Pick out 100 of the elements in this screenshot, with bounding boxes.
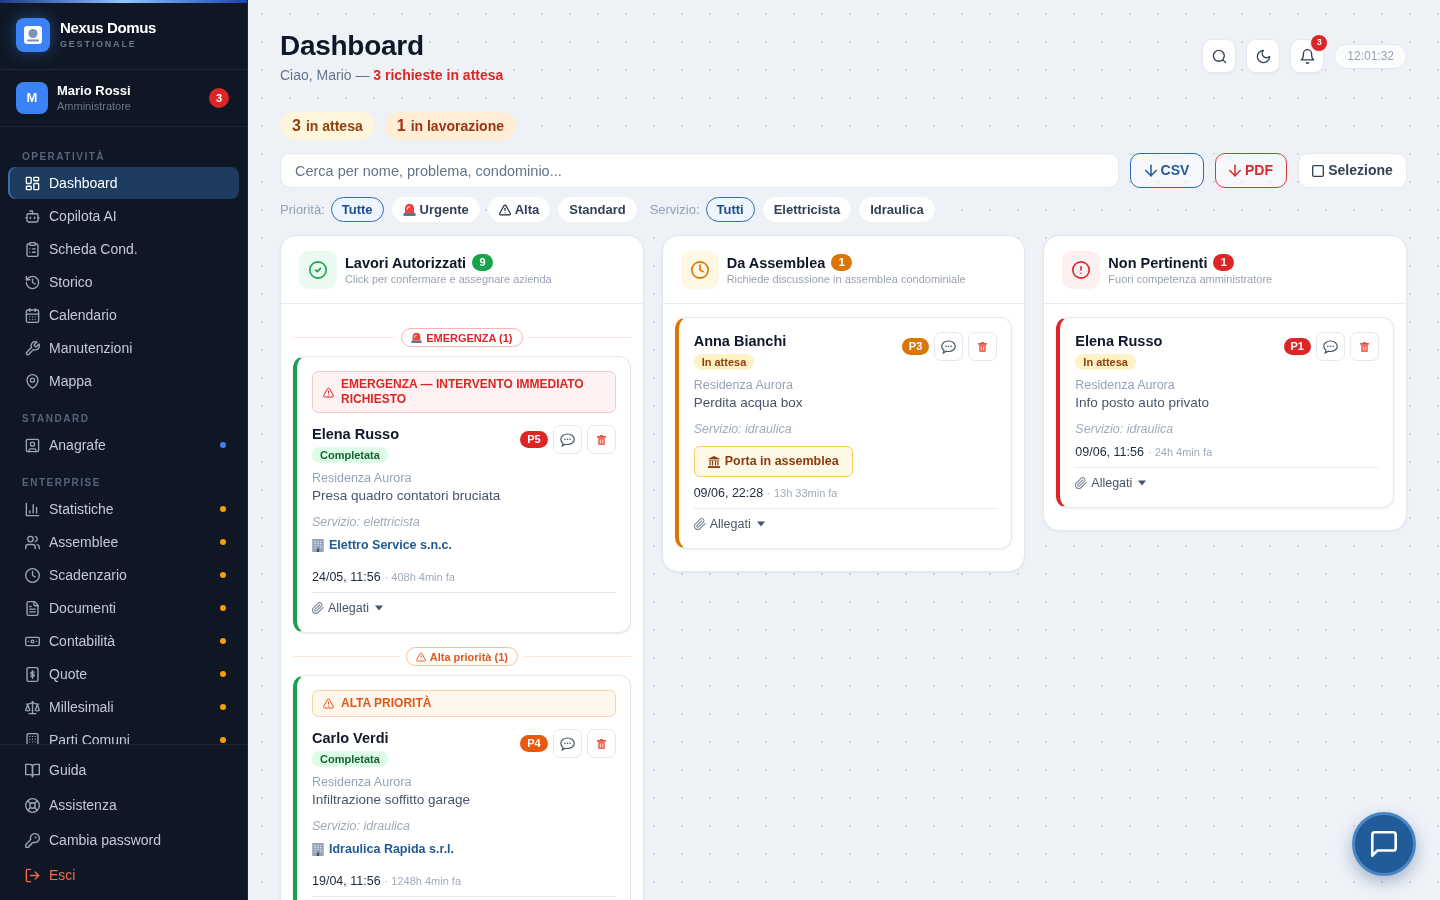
search-button[interactable] <box>1202 39 1237 73</box>
sidebar-item[interactable]: Copilota AI <box>8 200 239 232</box>
notification-count: 3 <box>209 88 229 108</box>
company-link[interactable]: Idraulica Rapida s.r.l. <box>312 841 455 857</box>
sidebar-item[interactable]: Millesimali <box>8 691 239 723</box>
service-text: Servizio: idraulica <box>1075 421 1175 437</box>
filter-chip[interactable]: Tutti <box>705 197 755 222</box>
sidebar-item[interactable]: Mappa <box>8 365 239 397</box>
sidebar-item[interactable]: Parti Comuni <box>8 724 239 744</box>
sidebar-item[interactable]: Anagrafe <box>8 429 239 461</box>
comment-button[interactable] <box>552 425 582 454</box>
attachments-toggle[interactable]: Allegati <box>312 600 383 616</box>
csv-export-button[interactable]: CSV <box>1130 153 1204 188</box>
sidebar-item[interactable]: Assistenza <box>8 789 239 821</box>
filter-chip[interactable]: Idraulica <box>859 197 935 222</box>
scale-icon <box>25 699 40 715</box>
pdf-export-button[interactable]: PDF <box>1215 153 1287 188</box>
column-subtitle: Click per confermare e assegnare azienda <box>345 271 552 286</box>
priority-badge: P4 <box>520 735 548 752</box>
group-label: EMERGENZA (1) <box>426 330 513 345</box>
paperclip-icon <box>312 602 324 614</box>
sidebar-item[interactable]: Assemblee <box>8 526 239 558</box>
map-pin-icon <box>25 373 40 389</box>
sidebar-item[interactable]: Contabilità <box>8 625 239 657</box>
sidebar-item[interactable]: Documenti <box>8 592 239 624</box>
chat-button[interactable] <box>1352 812 1416 876</box>
delete-button[interactable] <box>1350 332 1379 361</box>
sidebar-item[interactable]: Calendario <box>8 299 239 331</box>
column-title: Lavori Autorizzati <box>345 253 467 272</box>
paperclip-icon <box>693 518 706 530</box>
sidebar-item[interactable]: Cambia password <box>8 824 239 856</box>
brand-name: Nexus Domus <box>60 19 156 37</box>
filter-chip[interactable]: Tutte <box>330 197 384 222</box>
key-icon <box>25 832 40 848</box>
caret-down-icon <box>1138 480 1147 486</box>
sidebar-item[interactable]: Esci <box>8 859 239 891</box>
date-text: 09/06, 22:28 <box>693 485 764 501</box>
sidebar-item[interactable]: Quote <box>8 658 239 690</box>
priority-badge: P1 <box>1283 338 1311 355</box>
filter-chip[interactable]: Alta <box>487 197 551 222</box>
theme-toggle-button[interactable] <box>1246 39 1281 73</box>
filter-chip[interactable]: Elettricista <box>762 197 852 222</box>
requester-name: Anna Bianchi <box>693 332 787 350</box>
request-card[interactable]: Elena Russo In attesa P1 Residenza Aurora Info posto auto privato Servizio: idraulica 09/06, 11:56 · 24h 4min fa Allegati <box>1056 317 1394 508</box>
classical-building-icon <box>707 455 720 468</box>
building-name: Residenza Aurora <box>1075 377 1176 393</box>
count-badge: 1 <box>1213 254 1235 271</box>
elapsed-time: · 1248h 4min fa <box>384 874 462 889</box>
moon-icon <box>1255 48 1271 64</box>
clock-time: 12:01:32 <box>1334 43 1407 69</box>
search-field[interactable]: Cerca per nome, problema, condominio... <box>280 153 1119 188</box>
sidebar-item[interactable]: Manutenzioni <box>8 332 239 364</box>
bell-icon <box>1299 48 1315 64</box>
assembly-button[interactable]: Porta in assemblea <box>693 446 853 477</box>
page-title: Dashboard <box>280 29 425 63</box>
service-text: Servizio: idraulica <box>312 818 411 834</box>
sidebar-item[interactable]: Scheda Cond. <box>8 233 239 265</box>
sidebar-item[interactable]: Storico <box>8 266 239 298</box>
sidebar-item[interactable]: Dashboard <box>8 167 239 199</box>
comment-button[interactable] <box>1316 332 1345 361</box>
request-card[interactable]: EMERGENZA — INTERVENTO IMMEDIATO RICHIESTO Elena Russo Completata P5 Residenza Aurora Presa quadro contatori bruciata Servizio: elettricista Elettro Service s.n.c. 24/05, 11:56 · 408h 4min fa Allegati <box>293 356 631 633</box>
trash-icon <box>1360 341 1369 352</box>
delete-button[interactable] <box>586 729 616 758</box>
delete-button[interactable] <box>968 332 998 361</box>
filter-chip[interactable]: Standard <box>558 197 637 222</box>
clock-icon <box>680 250 719 289</box>
status-pill: In attesa <box>693 354 755 370</box>
trash-icon <box>596 738 606 749</box>
caret-down-icon <box>375 605 383 611</box>
clipboard-list-icon <box>25 241 40 257</box>
speech-bubble-icon <box>559 432 575 447</box>
arrow-down-icon <box>1144 164 1157 177</box>
request-card[interactable]: ALTA PRIORITÀ Carlo Verdi Completata P4 Residenza Aurora Infiltrazione soffitto garage Servizio: idraulica Idraulica Rapida s.r.l. 19/04, 11:56 · 1248h 4min fa <box>293 675 631 900</box>
request-card[interactable]: Anna Bianchi In attesa P3 Residenza Aurora Perdita acqua box Servizio: idraulica Porta in assemblea 09/06, 22:28 · 13h 33min fa Allegati <box>674 317 1013 549</box>
filter-chip[interactable]: Urgente <box>391 197 480 222</box>
company-link[interactable]: Elettro Service s.n.c. <box>312 537 452 553</box>
office-building-icon <box>312 842 324 856</box>
speech-bubble-icon <box>559 736 575 751</box>
alert-text: EMERGENZA — INTERVENTO IMMEDIATO RICHIESTO <box>341 377 585 407</box>
checkbox-icon <box>1312 164 1325 177</box>
sidebar-item[interactable]: Scadenzario <box>8 559 239 591</box>
warning-icon <box>498 203 511 216</box>
sidebar-item[interactable]: Guida <box>8 754 239 786</box>
siren-icon <box>402 203 416 216</box>
sidebar-item[interactable]: Statistiche <box>8 493 239 525</box>
history-icon <box>25 274 40 290</box>
elapsed-time: · 24h 4min fa <box>1147 445 1213 460</box>
dashboard-grid-icon <box>25 175 40 191</box>
comment-button[interactable] <box>934 332 964 361</box>
column-title: Non Pertinenti <box>1108 253 1208 272</box>
count-badge: 1 <box>831 254 853 271</box>
selection-button[interactable]: Selezione <box>1298 153 1407 188</box>
user-name: Mario Rossi <box>57 83 132 99</box>
attachments-toggle[interactable]: Allegati <box>693 516 765 532</box>
problem-text: Infiltrazione soffitto garage <box>312 791 472 809</box>
comment-button[interactable] <box>552 729 582 758</box>
status-pill: Completata <box>312 751 388 767</box>
delete-button[interactable] <box>586 425 616 454</box>
greeting-text: Ciao, Mario — 3 richieste in attesa <box>280 66 504 84</box>
attachments-toggle[interactable]: Allegati <box>1075 475 1147 491</box>
